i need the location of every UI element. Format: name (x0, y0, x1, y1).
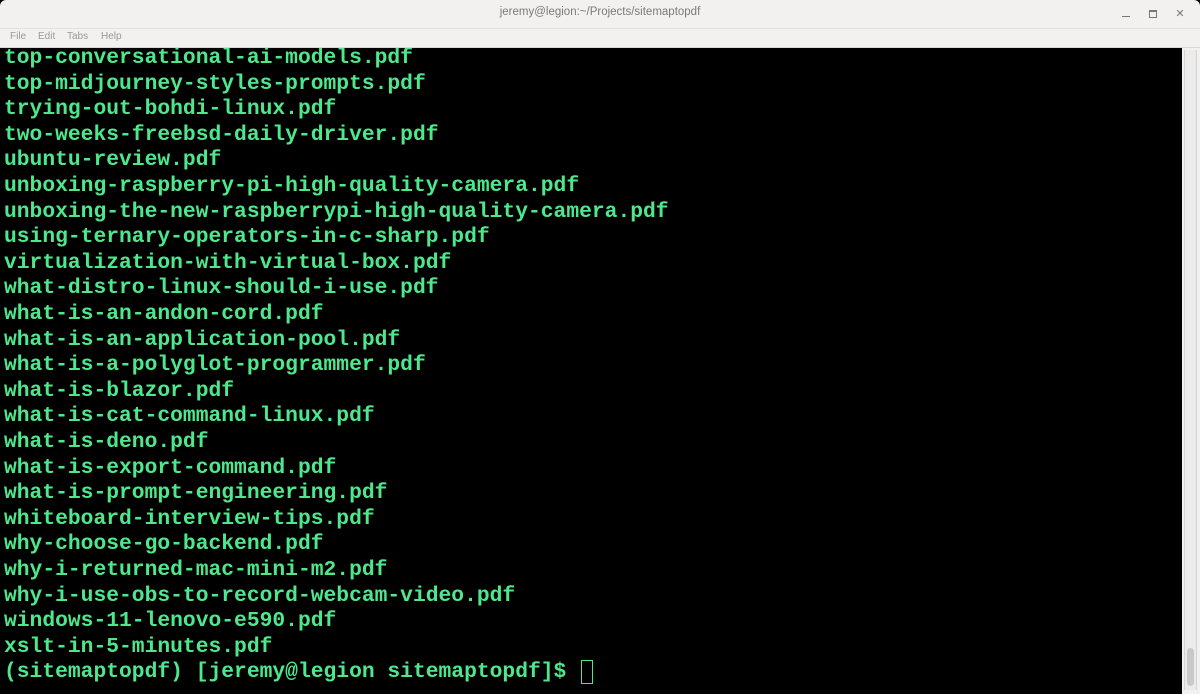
terminal-output[interactable]: top-conversational-ai-models.pdf top-mid… (0, 48, 1182, 694)
output-line: why-choose-go-backend.pdf (4, 532, 324, 557)
menu-tabs[interactable]: Tabs (67, 31, 88, 42)
menu-bar: File Edit Tabs Help (0, 28, 1200, 48)
scrollbar-track[interactable] (1184, 50, 1197, 690)
output-line: what-is-an-application-pool.pdf (4, 327, 401, 352)
output-line: what-is-prompt-engineering.pdf (4, 481, 388, 506)
output-line: what-distro-linux-should-i-use.pdf (4, 276, 439, 301)
output-line: top-conversational-ai-models.pdf (4, 48, 413, 70)
output-line: trying-out-bohdi-linux.pdf (4, 97, 337, 122)
title-bar[interactable]: jeremy@legion:~/Projects/sitemaptopdf ✕ (0, 0, 1200, 28)
output-line: what-is-blazor.pdf (4, 378, 235, 403)
output-line: two-weeks-freebsd-daily-driver.pdf (4, 122, 439, 147)
output-line: what-is-cat-command-linux.pdf (4, 404, 375, 429)
output-line: ubuntu-review.pdf (4, 148, 222, 173)
maximize-icon (1149, 10, 1157, 18)
text-cursor (581, 660, 594, 685)
output-line: what-is-deno.pdf (4, 430, 209, 454)
close-icon: ✕ (1175, 7, 1185, 20)
maximize-button[interactable] (1145, 6, 1161, 22)
output-line: virtualization-with-virtual-box.pdf (4, 250, 452, 275)
output-line: windows-11-lenovo-e590.pdf (4, 609, 337, 634)
vertical-scrollbar[interactable] (1182, 48, 1200, 694)
output-line: using-ternary-operators-in-c-sharp.pdf (4, 225, 490, 250)
output-line: why-i-returned-mac-mini-m2.pdf (4, 558, 388, 582)
output-line: unboxing-the-new-raspberrypi-high-qualit… (4, 199, 669, 224)
window-title: jeremy@legion:~/Projects/sitemaptopdf (499, 6, 701, 18)
shell-prompt: (sitemaptopdf) [jeremy@legion sitemaptop… (4, 660, 580, 685)
prompt-line[interactable]: (sitemaptopdf) [jeremy@legion sitemaptop… (4, 660, 594, 686)
output-line: whiteboard-interview-tips.pdf (4, 506, 375, 531)
output-line: what-is-a-polyglot-programmer.pdf (4, 353, 426, 378)
output-line: top-midjourney-styles-prompts.pdf (4, 71, 426, 96)
menu-edit[interactable]: Edit (38, 31, 55, 42)
menu-help[interactable]: Help (101, 31, 122, 42)
close-button[interactable]: ✕ (1172, 6, 1188, 22)
output-line: xslt-in-5-minutes.pdf (4, 634, 273, 659)
output-line: unboxing-raspberry-pi-high-quality-camer… (4, 174, 580, 198)
menu-file[interactable]: File (10, 31, 26, 42)
scrollbar-thumb[interactable] (1187, 648, 1194, 686)
output-line: why-i-use-obs-to-record-webcam-video.pdf (4, 583, 516, 608)
output-line: what-is-export-command.pdf (4, 455, 337, 480)
output-line: what-is-an-andon-cord.pdf (4, 302, 324, 326)
terminal-window: jeremy@legion:~/Projects/sitemaptopdf ✕ … (0, 0, 1200, 694)
minimize-button[interactable] (1118, 6, 1134, 22)
minimize-icon (1122, 15, 1130, 17)
